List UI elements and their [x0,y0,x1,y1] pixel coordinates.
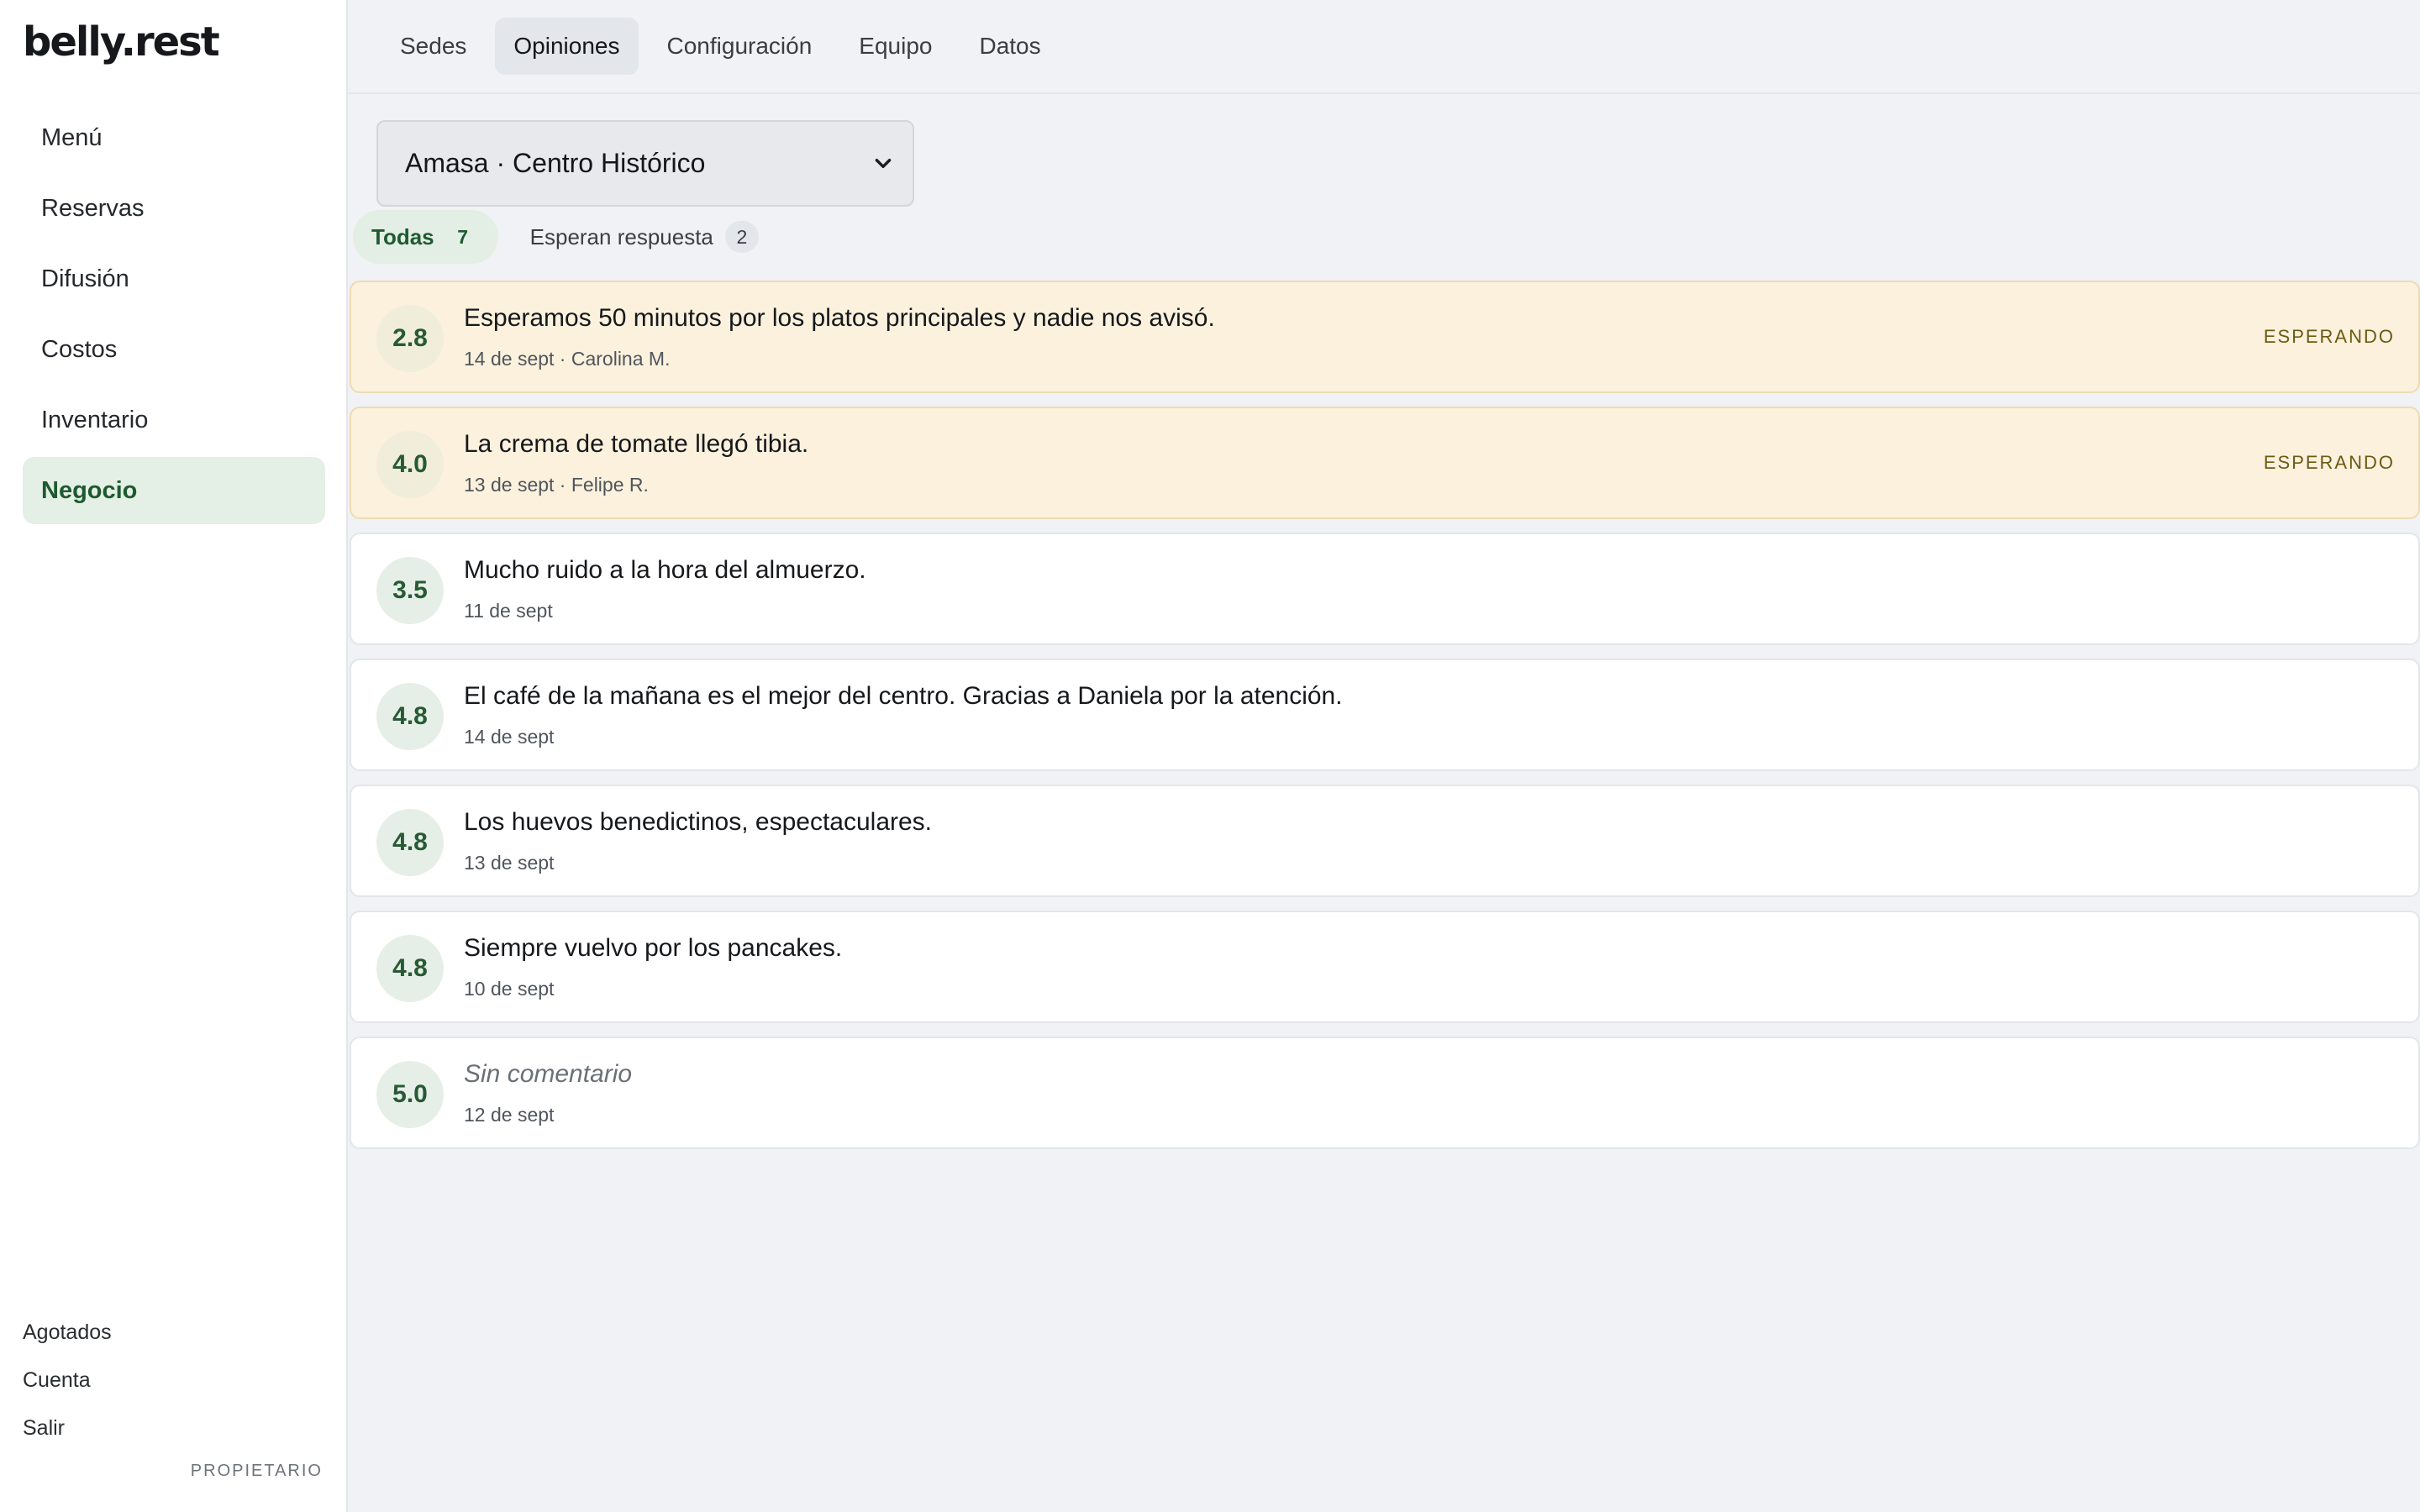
review-card[interactable]: 5.0 Sin comentario 12 de sept [350,1037,2420,1149]
review-meta: 14 de sept [464,726,555,748]
filter-all-count: 7 [457,225,469,248]
review-score: 4.8 [376,935,444,1002]
sidebar-nav: Menú Reservas Difusión Costos Inventario… [23,104,325,528]
status-badge: ESPERANDO [2263,452,2395,473]
review-text: Siempre vuelvo por los pancakes. [464,934,843,962]
agotados-link[interactable]: Agotados [23,1309,112,1357]
location-select-value: Amasa · Centro Histórico [405,148,706,178]
main-content: Sedes Opiniones Configuración Equipo Dat… [348,0,2420,1512]
tab-equipo[interactable]: Equipo [840,18,950,75]
tab-sedes[interactable]: Sedes [381,18,485,75]
review-text: Esperamos 50 minutos por los platos prin… [464,304,1215,332]
review-score: 4.8 [376,683,444,750]
review-score: 4.0 [376,431,444,498]
sidebar-item-inventario[interactable]: Inventario [23,386,325,454]
filter-pending[interactable]: Esperan respuesta 2 [512,210,777,264]
review-text: El café de la mañana es el mejor del cen… [464,682,1343,710]
tab-datos[interactable]: Datos [960,18,1059,75]
review-card[interactable]: 4.8 Los huevos benedictinos, espectacula… [350,785,2420,897]
review-list: 2.8 Esperamos 50 minutos por los platos … [350,281,2420,1163]
review-meta: 14 de sept · Carolina M. [464,348,671,370]
review-text: Mucho ruido a la hora del almuerzo. [464,556,866,584]
filter-all-label: Todas [371,223,434,249]
review-meta: 11 de sept [464,600,553,622]
sidebar-item-difusion[interactable]: Difusión [23,245,325,312]
review-card[interactable]: 3.5 Mucho ruido a la hora del almuerzo. … [350,533,2420,645]
salir-link[interactable]: Salir [23,1404,112,1452]
chevron-down-icon [875,159,892,169]
top-tabs: Sedes Opiniones Configuración Equipo Dat… [348,0,2420,94]
review-score: 4.8 [376,809,444,876]
review-text: Sin comentario [464,1060,633,1088]
cuenta-link[interactable]: Cuenta [23,1357,112,1404]
review-filters: Todas 7 Esperan respuesta 2 [353,210,777,264]
tab-opiniones[interactable]: Opiniones [495,18,639,75]
role-label: PROPIETARIO [190,1462,323,1480]
tab-configuracion[interactable]: Configuración [649,18,831,75]
review-meta: 12 de sept [464,1104,555,1126]
filter-pending-label: Esperan respuesta [529,223,713,249]
review-score: 3.5 [376,557,444,624]
review-card[interactable]: 4.8 El café de la mañana es el mejor del… [350,659,2420,771]
sidebar-item-menu[interactable]: Menú [23,104,325,171]
sidebar-item-negocio[interactable]: Negocio [23,457,325,524]
app-logo[interactable]: belly.rest [23,18,220,66]
review-score: 5.0 [376,1061,444,1128]
review-card[interactable]: 4.8 Siempre vuelvo por los pancakes. 10 … [350,911,2420,1023]
review-meta: 13 de sept [464,852,555,874]
review-score: 2.8 [376,305,444,372]
review-meta: 10 de sept [464,978,555,1000]
review-card[interactable]: 2.8 Esperamos 50 minutos por los platos … [350,281,2420,393]
review-card[interactable]: 4.0 La crema de tomate llegó tibia. 13 d… [350,407,2420,519]
review-text: Los huevos benedictinos, espectaculares. [464,808,933,836]
review-meta: 13 de sept · Felipe R. [464,474,649,496]
sidebar-footer: Agotados Cuenta Salir [23,1309,112,1452]
location-select[interactable]: Amasa · Centro Histórico [376,120,914,207]
filter-all[interactable]: Todas 7 [353,210,498,264]
filter-pending-count: 2 [724,221,759,253]
sidebar: belly.rest Menú Reservas Difusión Costos… [0,0,348,1512]
sidebar-item-costos[interactable]: Costos [23,316,325,383]
app-root: belly.rest Menú Reservas Difusión Costos… [0,0,2420,1512]
review-text: La crema de tomate llegó tibia. [464,430,809,458]
sidebar-item-reservas[interactable]: Reservas [23,175,325,242]
status-badge: ESPERANDO [2263,326,2395,347]
